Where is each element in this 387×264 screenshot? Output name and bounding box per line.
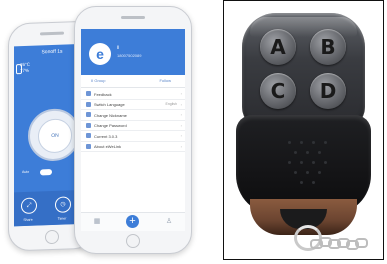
user-icon[interactable]: ♙ (165, 218, 173, 226)
share-label: Share (23, 217, 33, 223)
tab-follow[interactable]: Follow (159, 78, 171, 83)
humidity-value: 77% (20, 67, 30, 74)
key-chain (310, 237, 380, 250)
auto-toggle[interactable] (40, 169, 52, 176)
avatar[interactable]: e (89, 43, 111, 65)
bottom-tab-bar: ▦ + ♙ (81, 212, 185, 231)
lock-icon (86, 122, 91, 128)
grid-icon[interactable]: ▦ (93, 218, 101, 226)
about-icon (86, 143, 91, 149)
menu-item-label: Switch Language (94, 102, 125, 107)
remote-photo-frame: A B C D (223, 0, 384, 260)
add-device-button[interactable]: + (126, 215, 139, 228)
tab-group[interactable]: II Group (91, 78, 105, 83)
menu-item-language[interactable]: Switch Language English › (81, 100, 185, 110)
menu-item-password[interactable]: Change Password › (81, 121, 185, 131)
user-name: ii (117, 45, 120, 51)
remote-button-b: B (310, 29, 346, 65)
phone-speaker (40, 31, 64, 36)
timer-label: Timer (57, 216, 67, 221)
menu-item-nickname[interactable]: Change Nickname › (81, 110, 185, 121)
switch-readings: 26°C 77% (20, 62, 30, 74)
remote-control: A B C D (236, 3, 371, 251)
chevron-right-icon: › (180, 143, 182, 149)
home-button (45, 229, 59, 245)
remote-button-a: A (260, 29, 296, 65)
menu-item-label: Feedback (94, 91, 112, 97)
product-photo: Sonoff 1s 26°C 77% ON Auto ⤢ Share ◷ Tim… (0, 0, 387, 264)
share-icon[interactable]: ⤢ (21, 197, 37, 215)
user-id: 18007502089 (117, 53, 142, 58)
chevron-right-icon: › (180, 91, 182, 96)
feedback-icon (86, 91, 91, 96)
chevron-right-icon: › (180, 122, 182, 128)
menu-item-feedback[interactable]: Feedback › (81, 89, 185, 100)
remote-button-c: C (260, 73, 296, 109)
chevron-right-icon: › (180, 112, 182, 117)
home-button (126, 234, 140, 248)
chevron-right-icon: › (180, 133, 182, 138)
profile-tabs: II Group Follow (81, 75, 185, 88)
language-value: English (165, 102, 177, 106)
phone-speaker (121, 16, 145, 19)
remote-button-d: D (310, 73, 346, 109)
language-icon (86, 101, 91, 107)
menu-item-version[interactable]: Current 3.0.3 › (81, 131, 185, 142)
settings-menu: Feedback › Switch Language English › Cha… (81, 89, 185, 152)
power-dial[interactable]: ON (28, 108, 80, 162)
menu-item-about[interactable]: About eWeLink › (81, 142, 185, 152)
phone-profile-app: e ii 18007502089 II Group Follow Feedbac… (74, 6, 192, 254)
menu-item-label: About eWeLink (94, 144, 122, 149)
power-dial-label: ON (38, 118, 72, 154)
profile-screen: e ii 18007502089 II Group Follow Feedbac… (81, 29, 185, 231)
menu-item-label: Change Nickname (94, 112, 127, 118)
timer-icon[interactable]: ◷ (55, 196, 71, 213)
auto-label: Auto (22, 169, 30, 175)
remote-head (242, 13, 365, 129)
nickname-icon (86, 112, 91, 117)
grip-dots (284, 141, 330, 197)
menu-item-label: Change Password (94, 123, 127, 128)
profile-header: e ii 18007502089 (81, 29, 185, 75)
info-icon (86, 133, 91, 138)
chevron-right-icon: › (180, 101, 182, 107)
menu-item-label: Current 3.0.3 (94, 133, 118, 139)
